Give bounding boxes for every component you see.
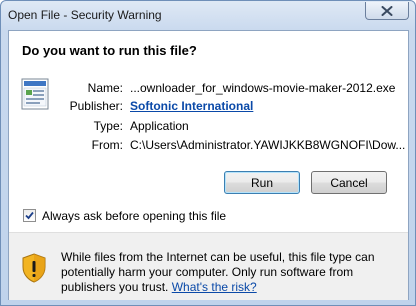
name-label: Name: [87,81,123,95]
cancel-button[interactable]: Cancel [311,171,387,194]
shield-warning-icon [22,253,46,283]
close-button[interactable] [365,2,409,20]
checkmark-icon [25,211,34,220]
dialog-body: Do you want to run this file? Name: ...o… [8,30,409,300]
security-warning-window: Open File - Security Warning Do you want… [0,0,416,306]
name-value: ...ownloader_for_windows-movie-maker-201… [130,81,396,95]
window-title: Open File - Security Warning [8,8,162,22]
always-ask-label[interactable]: Always ask before opening this file [42,209,226,223]
title-bar[interactable]: Open File - Security Warning [1,1,415,30]
publisher-link[interactable]: Softonic International [130,99,253,113]
publisher-label: Publisher: [69,99,123,113]
warning-text-block: While files from the Internet can be use… [61,250,391,295]
whats-the-risk-link[interactable]: What's the risk? [172,280,257,294]
from-label: From: [91,138,123,152]
warning-footer: While files from the Internet can be use… [9,232,408,300]
from-value: C:\Users\Administrator.YAWIJKKB8WGNOFI\D… [130,138,406,152]
type-value: Application [130,119,189,133]
dialog-heading: Do you want to run this file? [22,43,197,58]
type-label: Type: [93,119,123,133]
close-x-icon [381,5,393,16]
always-ask-checkbox[interactable] [23,209,36,222]
executable-file-icon [21,78,49,110]
run-button[interactable]: Run [224,171,300,194]
